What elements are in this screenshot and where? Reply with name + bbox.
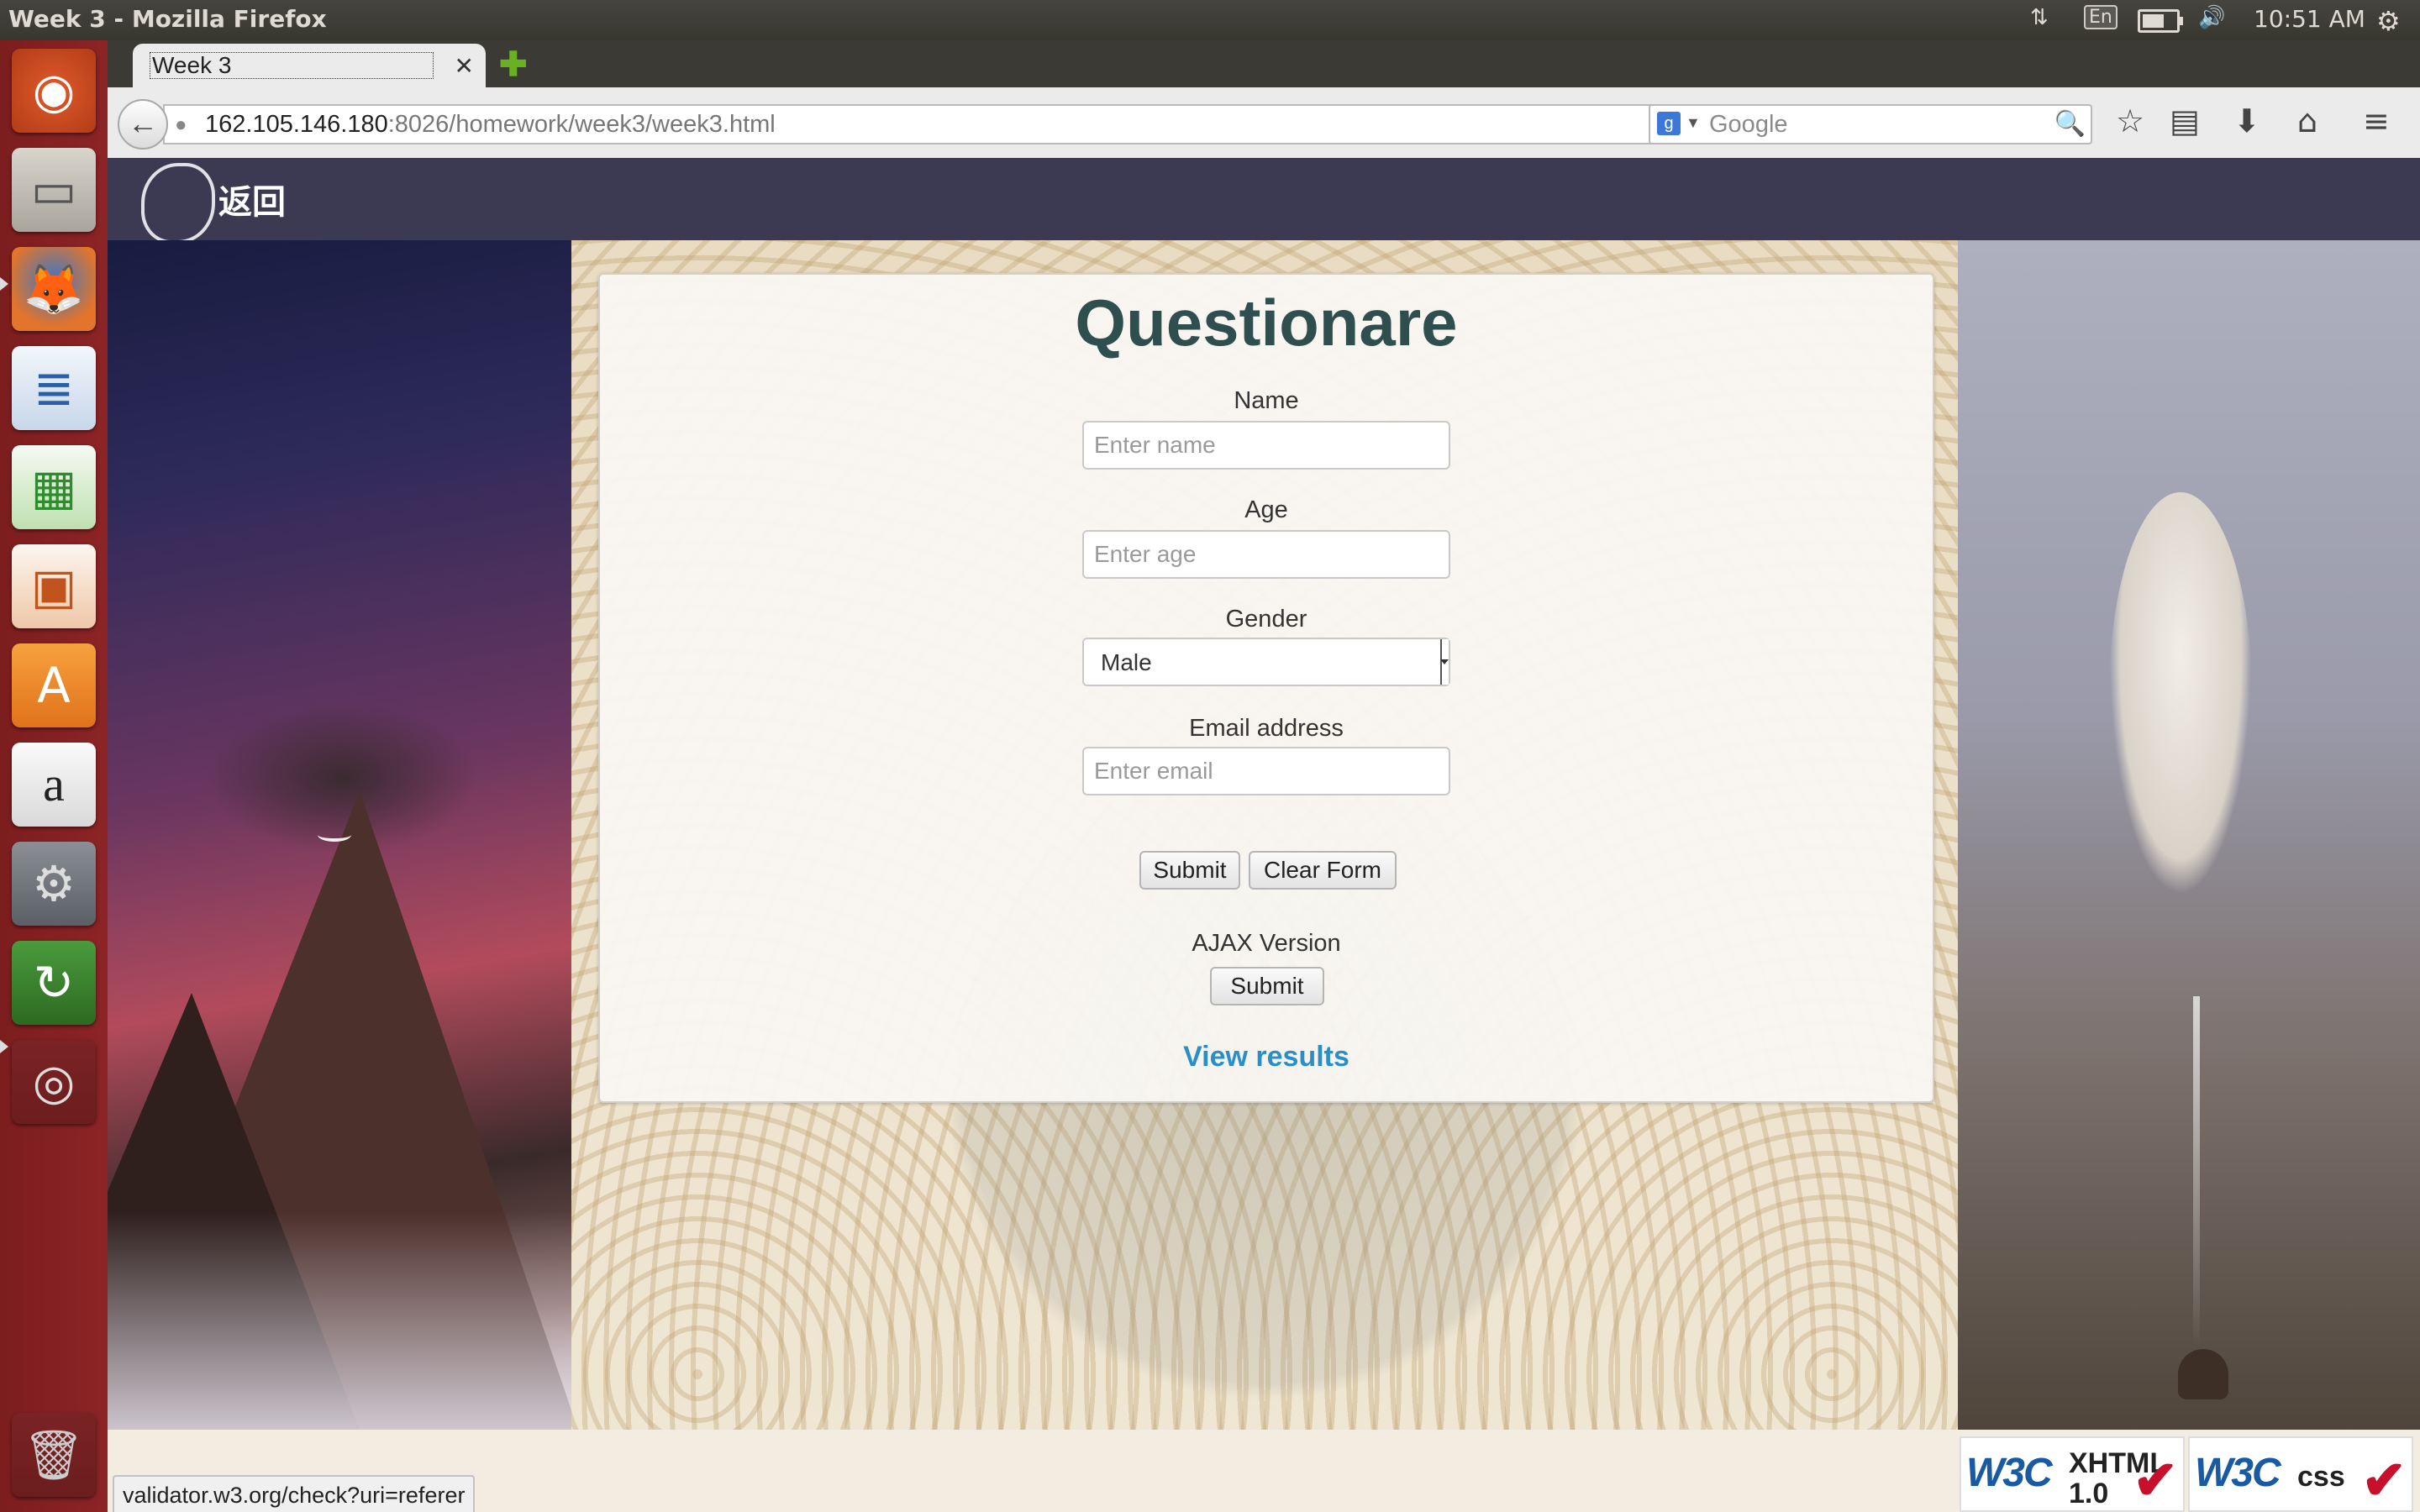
- name-label: Name: [1234, 387, 1299, 414]
- network-icon[interactable]: ⇅: [2030, 5, 2049, 30]
- submit-button[interactable]: Submit: [1139, 851, 1240, 890]
- writer-icon[interactable]: ≣: [12, 346, 96, 430]
- w3c-xhtml-badge[interactable]: W3C XHTML 1.0 ✔: [1960, 1436, 2185, 1512]
- dropdown-arrow-icon: [1440, 639, 1449, 685]
- system-settings-icon[interactable]: ⚙: [12, 842, 96, 926]
- questionnaire-form: Questionare Name Age Gender Male Email a…: [598, 273, 1934, 1103]
- keyboard-layout-indicator[interactable]: En: [2084, 5, 2118, 29]
- url-path: :8026/homework/week3/week3.html: [387, 111, 776, 138]
- back-button[interactable]: ←: [118, 99, 168, 150]
- top-panel: Week 3 - Mozilla Firefox ⇅ En 🔊 10:51 AM…: [0, 0, 2420, 40]
- downloads-icon[interactable]: ⬇: [2233, 102, 2260, 139]
- age-label: Age: [1244, 496, 1288, 523]
- launcher-active-indicator: [0, 277, 8, 291]
- search-bar[interactable]: g ▼ Google 🔍: [1649, 104, 2092, 144]
- cloud-swirl-icon: [141, 163, 215, 244]
- tab-bar: Week 3 ✕ ✚: [108, 40, 2420, 87]
- status-bar-link-preview: validator.w3.org/check?uri=referer: [113, 1475, 476, 1512]
- google-engine-icon[interactable]: g: [1657, 112, 1681, 135]
- background-phoenix-painting: [1958, 240, 2420, 1430]
- gender-label: Gender: [1225, 606, 1307, 633]
- gender-selected-value: Male: [1101, 649, 1152, 675]
- search-engine-dropdown-icon[interactable]: ▼: [1686, 114, 1701, 132]
- session-gear-icon[interactable]: ⚙: [2376, 5, 2401, 37]
- url-host: 162.105.146.180: [205, 111, 388, 138]
- w3c-logo-text: W3C: [2195, 1451, 2281, 1495]
- software-updater-icon[interactable]: ↻: [12, 941, 96, 1025]
- bookmark-star-icon[interactable]: ☆: [2116, 102, 2144, 139]
- software-center-icon[interactable]: A: [12, 643, 96, 727]
- css-badge-label: css: [2297, 1461, 2345, 1493]
- xhtml-version: 1.0: [2069, 1478, 2109, 1509]
- new-tab-icon[interactable]: ✚: [499, 45, 528, 84]
- background-mountain-painting: [108, 240, 578, 1430]
- checkmark-icon: ✔: [2361, 1450, 2407, 1510]
- email-input[interactable]: [1082, 747, 1450, 795]
- checkmark-icon: ✔: [2133, 1450, 2178, 1510]
- page-viewport: 返回 Questionare Name Age Gender Male Emai…: [108, 158, 2420, 1512]
- trash-icon[interactable]: 🗑: [12, 1413, 96, 1497]
- volume-icon[interactable]: 🔊: [2198, 5, 2225, 30]
- tab-week3[interactable]: Week 3 ✕: [133, 44, 486, 87]
- logo-text: 返回: [218, 182, 286, 222]
- site-identity-icon[interactable]: ●: [175, 113, 187, 137]
- search-magnifier-icon[interactable]: 🔍: [2054, 109, 2086, 139]
- firefox-icon[interactable]: 🦊: [12, 247, 96, 331]
- calc-icon[interactable]: ▦: [12, 445, 96, 529]
- tab-close-icon[interactable]: ✕: [455, 52, 474, 80]
- age-input[interactable]: [1082, 530, 1450, 579]
- launcher: ◉ ▭ 🦊 ≣ ▦ ▣ A a ⚙ ↻ ◎ 🗑: [0, 40, 109, 1512]
- impress-icon[interactable]: ▣: [12, 544, 96, 628]
- launcher-running-indicator: [0, 1040, 8, 1053]
- ajax-version-label: AJAX Version: [1192, 930, 1341, 957]
- files-icon[interactable]: ▭: [12, 148, 96, 232]
- ajax-submit-button[interactable]: Submit: [1210, 967, 1324, 1005]
- clock[interactable]: 10:51 AM: [2254, 5, 2365, 33]
- gender-select[interactable]: Male: [1082, 638, 1450, 686]
- tab-title: Week 3: [150, 52, 434, 79]
- menu-hamburger-icon[interactable]: ≡: [2363, 102, 2390, 139]
- bookmarks-menu-icon[interactable]: ▤: [2170, 102, 2200, 139]
- site-header: 返回: [108, 158, 2420, 244]
- w3c-css-badge[interactable]: W3C css ✔: [2188, 1436, 2413, 1512]
- name-input[interactable]: [1082, 421, 1450, 470]
- url-text[interactable]: 162.105.146.180:8026/homework/week3/week…: [205, 111, 776, 139]
- url-bar[interactable]: ● 162.105.146.180:8026/homework/week3/we…: [163, 104, 1744, 144]
- amazon-icon[interactable]: a: [12, 743, 96, 827]
- home-icon[interactable]: ⌂: [2297, 102, 2317, 139]
- search-input[interactable]: Google: [1709, 111, 1788, 139]
- ubuntu-dash-icon[interactable]: ◉: [12, 49, 96, 133]
- navigation-toolbar: ● 162.105.146.180:8026/homework/week3/we…: [108, 87, 2420, 160]
- window-title: Week 3 - Mozilla Firefox: [8, 5, 327, 33]
- form-title: Questionare: [1075, 286, 1458, 360]
- battery-icon[interactable]: [2138, 9, 2183, 33]
- back-arrow-icon: ←: [128, 106, 158, 140]
- view-results-link[interactable]: View results: [600, 1041, 1933, 1074]
- dvd-icon[interactable]: ◎: [12, 1040, 96, 1124]
- w3c-logo-text: W3C: [1966, 1451, 2053, 1495]
- back-home-logo[interactable]: 返回: [141, 163, 292, 244]
- clear-form-button[interactable]: Clear Form: [1249, 851, 1397, 890]
- email-label: Email address: [1189, 715, 1344, 742]
